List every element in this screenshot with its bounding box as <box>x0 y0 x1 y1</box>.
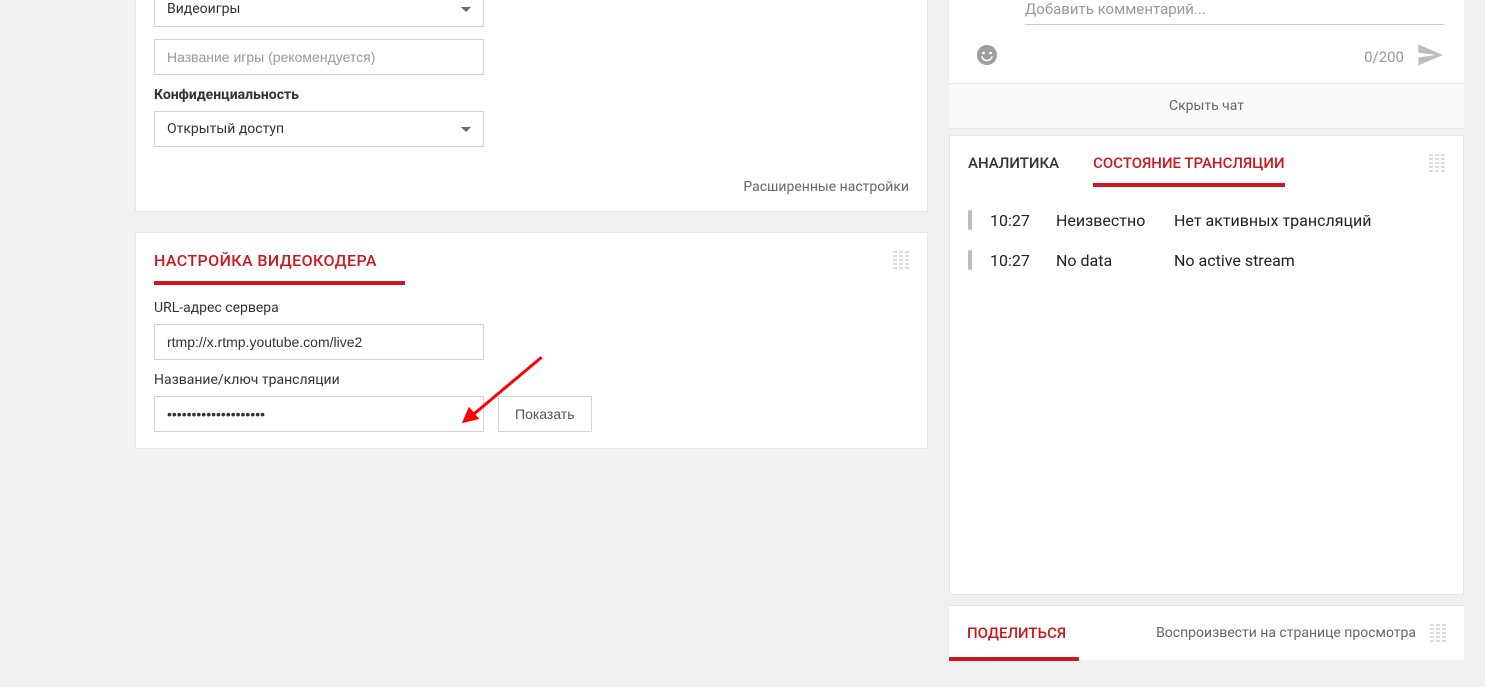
chevron-down-icon <box>461 7 471 12</box>
privacy-label: Конфиденциальность <box>154 87 909 103</box>
log-message: Нет активных трансляций <box>1174 211 1371 230</box>
server-url-input[interactable] <box>154 324 484 360</box>
tab-analytics[interactable]: АНАЛИТИКА <box>968 154 1059 186</box>
encoder-title: НАСТРОЙКА ВИДЕОКОДЕРА <box>154 251 377 284</box>
advanced-settings-link[interactable]: Расширенные настройки <box>136 175 927 211</box>
server-url-label: URL-адрес сервера <box>154 300 909 316</box>
log-item: 10:27 Неизвестно Нет активных трансляций <box>968 200 1445 240</box>
send-icon[interactable] <box>1416 41 1444 73</box>
emoji-icon[interactable] <box>975 43 999 71</box>
chevron-down-icon <box>461 127 471 132</box>
stream-key-input[interactable] <box>154 396 484 432</box>
watch-page-link[interactable]: Воспроизвести на странице просмотра <box>1156 625 1416 641</box>
log-time: 10:27 <box>990 251 1038 270</box>
category-value: Видеоигры <box>167 1 240 17</box>
share-title: ПОДЕЛИТЬСЯ <box>967 624 1066 642</box>
hide-chat-button[interactable]: Скрыть чат <box>949 84 1464 129</box>
status-bar-icon <box>968 250 972 270</box>
basic-info-card: Видеоигры Конфиденциальность Открытый до… <box>135 0 928 212</box>
log-status: Неизвестно <box>1056 211 1156 230</box>
title-underline <box>154 281 405 285</box>
drag-handle-icon[interactable] <box>1429 154 1445 172</box>
comment-input[interactable]: Добавить комментарий... <box>1025 0 1444 25</box>
tab-stream-state[interactable]: СОСТОЯНИЕ ТРАНСЛЯЦИИ <box>1093 154 1284 186</box>
log-time: 10:27 <box>990 211 1038 230</box>
drag-handle-icon[interactable] <box>1430 624 1446 642</box>
drag-handle-icon[interactable] <box>893 251 909 269</box>
game-name-input[interactable] <box>154 39 484 75</box>
char-counter: 0/200 <box>1364 48 1404 66</box>
privacy-select[interactable]: Открытый доступ <box>154 111 484 147</box>
stream-key-label: Название/ключ трансляции <box>154 372 909 388</box>
title-underline <box>949 657 1079 661</box>
stream-status-card: АНАЛИТИКА СОСТОЯНИЕ ТРАНСЛЯЦИИ 10:27 Неи… <box>949 135 1464 595</box>
share-card: ПОДЕЛИТЬСЯ Воспроизвести на странице про… <box>949 605 1464 660</box>
log-item: 10:27 No data No active stream <box>968 240 1445 280</box>
log-status: No data <box>1056 251 1156 270</box>
privacy-value: Открытый доступ <box>167 121 284 137</box>
log-list: 10:27 Неизвестно Нет активных трансляций… <box>950 186 1463 294</box>
encoder-settings-card: НАСТРОЙКА ВИДЕОКОДЕРА URL-адрес сервера … <box>135 232 928 449</box>
show-key-button[interactable]: Показать <box>498 396 592 432</box>
log-message: No active stream <box>1174 251 1295 270</box>
category-select[interactable]: Видеоигры <box>154 0 484 27</box>
status-bar-icon <box>968 210 972 230</box>
comment-box: Добавить комментарий... 0/200 <box>949 0 1464 84</box>
